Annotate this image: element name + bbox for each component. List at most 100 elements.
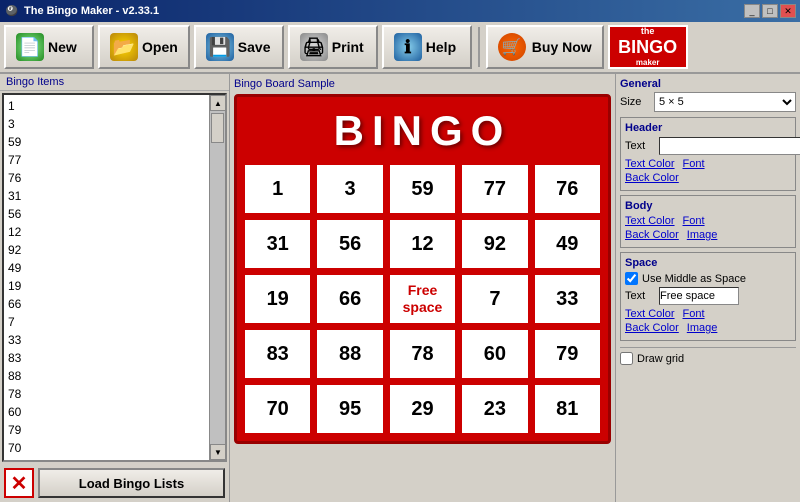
body-image-link[interactable]: Image [687, 229, 718, 241]
body-back-color-link[interactable]: Back Color [625, 229, 679, 241]
board-header: Bingo Board Sample [234, 78, 611, 90]
scroll-up-button[interactable]: ▲ [210, 95, 226, 111]
bingo-cell: 78 [388, 328, 457, 380]
header-section-title: Header [625, 122, 791, 134]
size-row: Size 3 × 3 4 × 4 5 × 5 6 × 6 [620, 92, 796, 112]
new-button[interactable]: 📄 New [4, 25, 94, 69]
bingo-cell: 88 [315, 328, 384, 380]
list-item[interactable]: 78 [6, 385, 223, 403]
save-button[interactable]: 💾 Save [194, 25, 284, 69]
bingo-items-header: Bingo Items [0, 74, 229, 91]
bingo-cell: 83 [243, 328, 312, 380]
space-link-row1: Text Color Font [625, 308, 791, 320]
list-item[interactable]: 7 [6, 313, 223, 331]
use-middle-label: Use Middle as Space [642, 273, 746, 285]
list-item[interactable]: 19 [6, 277, 223, 295]
bingo-cell: 95 [315, 383, 384, 435]
list-item[interactable]: 49 [6, 259, 223, 277]
close-button[interactable]: ✕ [780, 4, 796, 18]
header-link-row: Text Color Font [625, 158, 791, 170]
header-text-input[interactable] [659, 137, 800, 155]
header-text-label: Text [625, 140, 655, 152]
draw-grid-checkbox[interactable] [620, 352, 633, 365]
bingo-cell: 79 [533, 328, 602, 380]
space-image-link[interactable]: Image [687, 322, 718, 334]
bingo-logo: the BINGO maker [608, 25, 688, 69]
list-item[interactable]: 76 [6, 169, 223, 187]
open-button[interactable]: 📂 Open [98, 25, 190, 69]
main-content: Bingo Items 1359777631561292491966733838… [0, 74, 800, 502]
print-button[interactable]: 🖨 Print [288, 25, 378, 69]
header-back-row: Back Color [625, 172, 791, 184]
space-text-color-link[interactable]: Text Color [625, 308, 675, 320]
save-icon: 💾 [206, 33, 234, 61]
bingo-cell: 60 [460, 328, 529, 380]
space-section-title: Space [625, 257, 791, 269]
header-back-color-link[interactable]: Back Color [625, 172, 679, 184]
space-font-link[interactable]: Font [683, 308, 705, 320]
list-item[interactable]: 92 [6, 241, 223, 259]
list-item[interactable]: 77 [6, 151, 223, 169]
bingo-board: BINGO 1359777631561292491966Free space73… [234, 94, 611, 444]
list-item[interactable]: 31 [6, 187, 223, 205]
bottom-bar: ✕ Load Bingo Lists [0, 464, 229, 502]
help-button[interactable]: ℹ Help [382, 25, 472, 69]
list-item[interactable]: 70 [6, 439, 223, 457]
space-text-input[interactable] [659, 287, 739, 305]
body-section-title: Body [625, 200, 791, 212]
general-label: General [620, 78, 796, 90]
bingo-cell: 81 [533, 383, 602, 435]
body-font-link[interactable]: Font [683, 215, 705, 227]
scroll-thumb[interactable] [211, 113, 224, 143]
header-font-link[interactable]: Font [683, 158, 705, 170]
maximize-button[interactable]: □ [762, 4, 778, 18]
bingo-cell: 7 [460, 273, 529, 325]
window-title: The Bingo Maker - v2.33.1 [24, 5, 159, 17]
body-text-color-link[interactable]: Text Color [625, 215, 675, 227]
bingo-cell: 59 [388, 163, 457, 215]
list-item[interactable]: 3 [6, 115, 223, 133]
toolbar-separator [478, 27, 480, 67]
list-item[interactable]: 56 [6, 205, 223, 223]
list-item[interactable]: 88 [6, 367, 223, 385]
left-panel: Bingo Items 1359777631561292491966733838… [0, 74, 230, 502]
scrollbar[interactable]: ▲ ▼ [209, 95, 225, 460]
title-bar-left: 🎱 The Bingo Maker - v2.33.1 [4, 3, 159, 19]
scroll-down-button[interactable]: ▼ [210, 444, 226, 460]
delete-button[interactable]: ✕ [4, 468, 34, 498]
list-item[interactable]: 60 [6, 403, 223, 421]
bingo-cell: 31 [243, 218, 312, 270]
list-item[interactable]: 1 [6, 97, 223, 115]
space-back-color-link[interactable]: Back Color [625, 322, 679, 334]
list-item[interactable]: 59 [6, 133, 223, 151]
list-item[interactable]: 66 [6, 295, 223, 313]
use-middle-checkbox[interactable] [625, 272, 638, 285]
help-icon: ℹ [394, 33, 422, 61]
body-link-row2: Back Color Image [625, 229, 791, 241]
space-text-label: Text [625, 290, 655, 302]
header-text-color-link[interactable]: Text Color [625, 158, 675, 170]
delete-icon: ✕ [11, 471, 28, 496]
list-item[interactable]: 33 [6, 331, 223, 349]
space-text-row: Text [625, 287, 791, 305]
space-section: Space Use Middle as Space Text Text Colo… [620, 252, 796, 341]
size-select[interactable]: 3 × 3 4 × 4 5 × 5 6 × 6 [654, 92, 796, 112]
print-icon: 🖨 [300, 33, 328, 61]
list-item[interactable]: 95 [6, 457, 223, 462]
header-text-row: Text [625, 137, 791, 155]
list-item[interactable]: 79 [6, 421, 223, 439]
list-item[interactable]: 12 [6, 223, 223, 241]
open-icon: 📂 [110, 33, 138, 61]
scroll-track[interactable] [210, 111, 225, 444]
new-icon: 📄 [16, 33, 44, 61]
buynow-button[interactable]: 🛒 Buy Now [486, 25, 604, 69]
minimize-button[interactable]: _ [744, 4, 760, 18]
bingo-items-list[interactable]: 1359777631561292491966733838878607970952… [2, 93, 227, 462]
header-section: Header Text Text Color Font Back Color [620, 117, 796, 191]
right-panel: General Size 3 × 3 4 × 4 5 × 5 6 × 6 Hea… [615, 74, 800, 502]
title-bar: 🎱 The Bingo Maker - v2.33.1 _ □ ✕ [0, 0, 800, 22]
load-bingo-lists-button[interactable]: Load Bingo Lists [38, 468, 225, 498]
bingo-cell: 66 [315, 273, 384, 325]
bingo-cell: 49 [533, 218, 602, 270]
list-item[interactable]: 83 [6, 349, 223, 367]
